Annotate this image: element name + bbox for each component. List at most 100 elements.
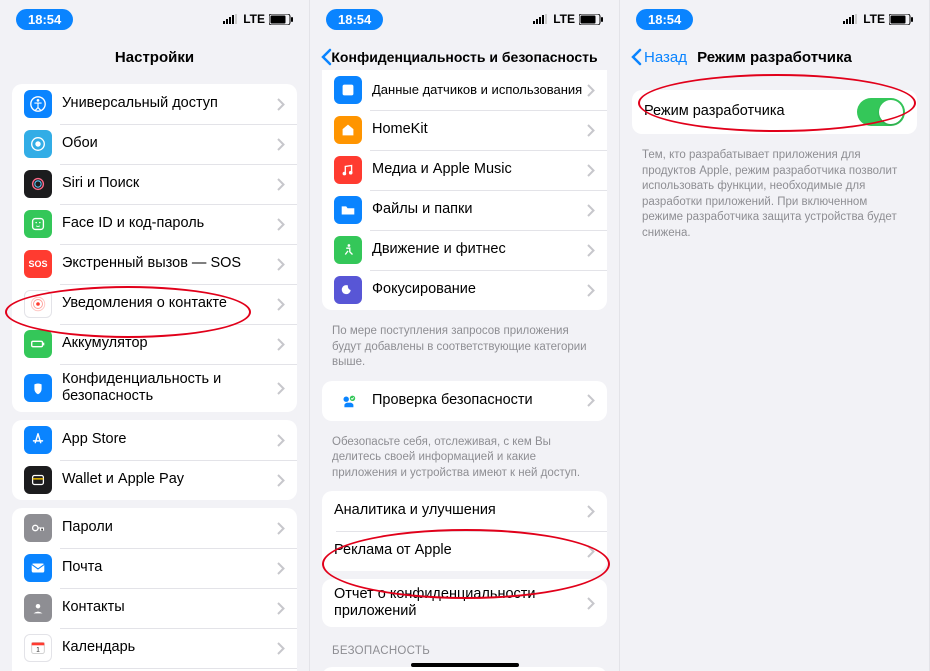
row-devmode-toggle: Режим разработчика <box>632 90 917 134</box>
wallet-icon <box>24 466 52 494</box>
row-calendar[interactable]: 1 Календарь <box>12 628 297 668</box>
row-label: Файлы и папки <box>372 201 587 218</box>
content: Универсальный доступ Обои Siri и Поиск F… <box>0 76 309 671</box>
chevron-icon <box>587 505 595 518</box>
page-title: Режим разработчика <box>697 49 852 66</box>
row-wallpaper[interactable]: Обои <box>12 124 297 164</box>
privacy-icon <box>24 374 52 402</box>
back-label: Назад <box>644 49 687 66</box>
row-focus[interactable]: Фокусирование <box>322 270 607 310</box>
files-icon <box>334 196 362 224</box>
chevron-icon <box>277 562 285 575</box>
status-time: 18:54 <box>636 9 693 30</box>
row-mail[interactable]: Почта <box>12 548 297 588</box>
row-label: Конфиденциальность и безопасность <box>62 371 277 406</box>
devmode-group: Режим разработчика <box>632 90 917 134</box>
row-label: Универсальный доступ <box>62 95 277 112</box>
chevron-icon <box>277 382 285 395</box>
row-label: Медиа и Apple Music <box>372 161 587 178</box>
chevron-icon <box>587 394 595 407</box>
row-accessibility[interactable]: Универсальный доступ <box>12 84 297 124</box>
safety-check-group: Проверка безопасности <box>322 381 607 421</box>
row-label: Wallet и Apple Pay <box>62 471 277 488</box>
row-sensors[interactable]: Данные датчиков и использования <box>322 70 607 110</box>
status-right: LTE <box>533 12 603 26</box>
row-exposure[interactable]: Уведомления о контакте <box>12 284 297 324</box>
homekit-icon <box>334 116 362 144</box>
row-media[interactable]: Медиа и Apple Music <box>322 150 607 190</box>
row-homekit[interactable]: HomeKit <box>322 110 607 150</box>
row-faceid[interactable]: Face ID и код-пароль <box>12 204 297 244</box>
row-label: Проверка безопасности <box>372 392 587 409</box>
signal-icon <box>533 14 549 24</box>
row-sos[interactable]: SOS Экстренный вызов — SOS <box>12 244 297 284</box>
row-label: Экстренный вызов — SOS <box>62 255 277 272</box>
row-battery[interactable]: Аккумулятор <box>12 324 297 364</box>
settings-group-1: Универсальный доступ Обои Siri и Поиск F… <box>12 84 297 412</box>
row-label: Уведомления о контакте <box>62 295 277 312</box>
calendar-icon: 1 <box>24 634 52 662</box>
row-privacy[interactable]: Конфиденциальность и безопасность <box>12 364 297 412</box>
chevron-icon <box>277 178 285 191</box>
footer-safety: Обезопасьте себя, отслеживая, с кем Вы д… <box>310 429 619 484</box>
row-files[interactable]: Файлы и папки <box>322 190 607 230</box>
chevron-icon <box>277 298 285 311</box>
row-contacts[interactable]: Контакты <box>12 588 297 628</box>
network-label: LTE <box>243 12 265 26</box>
back-button[interactable]: Назад <box>630 38 687 76</box>
safety-check-icon <box>334 387 362 415</box>
chevron-left-icon <box>320 48 332 66</box>
chevron-icon <box>587 597 595 610</box>
status-bar: 18:54 LTE <box>0 0 309 38</box>
content: Данные датчиков и использования HomeKit … <box>310 70 619 671</box>
screen-privacy: 18:54 LTE Конфиденциальность и безопасно… <box>310 0 620 671</box>
row-appstore[interactable]: App Store <box>12 420 297 460</box>
signal-icon <box>843 14 859 24</box>
row-developer-mode[interactable]: Режим разработчика <box>322 667 607 671</box>
row-label: Контакты <box>62 599 277 616</box>
row-label: Календарь <box>62 639 277 656</box>
row-analytics[interactable]: Аналитика и улучшения <box>322 491 607 531</box>
status-right: LTE <box>223 12 293 26</box>
chevron-icon <box>277 602 285 615</box>
row-label: Режим разработчика <box>644 103 857 120</box>
row-apple-ads[interactable]: Реклама от Apple <box>322 531 607 571</box>
sensors-icon <box>334 76 362 104</box>
chevron-icon <box>587 545 595 558</box>
row-safety-check[interactable]: Проверка безопасности <box>322 381 607 421</box>
chevron-icon <box>277 338 285 351</box>
accessibility-icon <box>24 90 52 118</box>
devmode-switch[interactable] <box>857 98 905 126</box>
footer-devmode: Тем, кто разрабатывает приложения для пр… <box>620 142 929 243</box>
row-wallet[interactable]: Wallet и Apple Pay <box>12 460 297 500</box>
chevron-icon <box>587 284 595 297</box>
chevron-icon <box>587 124 595 137</box>
row-siri[interactable]: Siri и Поиск <box>12 164 297 204</box>
signal-icon <box>223 14 239 24</box>
row-label: Обои <box>62 135 277 152</box>
chevron-icon <box>277 258 285 271</box>
footer-apps: По мере поступления запросов приложения … <box>310 318 619 373</box>
mail-icon <box>24 554 52 582</box>
nav-bar: Назад Режим разработчика <box>620 38 929 76</box>
row-label: App Store <box>62 431 277 448</box>
chevron-icon <box>587 164 595 177</box>
row-passwords[interactable]: Пароли <box>12 508 297 548</box>
chevron-icon <box>277 434 285 447</box>
page-title: Настройки <box>115 49 194 66</box>
content: Режим разработчика Тем, кто разрабатывае… <box>620 76 929 671</box>
row-label: Движение и фитнес <box>372 241 587 258</box>
status-time: 18:54 <box>16 9 73 30</box>
row-label: Почта <box>62 559 277 576</box>
row-label: HomeKit <box>372 121 587 138</box>
chevron-icon <box>277 218 285 231</box>
security-group: Режим разработчика Режим блокировки Выкл… <box>322 667 607 671</box>
faceid-icon <box>24 210 52 238</box>
row-privacy-report[interactable]: Отчет о конфиденциальности приложений <box>322 579 607 627</box>
screen-settings: 18:54 LTE Настройки Универсальный доступ… <box>0 0 310 671</box>
music-icon <box>334 156 362 184</box>
exposure-icon <box>24 290 52 318</box>
row-motion[interactable]: Движение и фитнес <box>322 230 607 270</box>
siri-icon <box>24 170 52 198</box>
chevron-icon <box>277 138 285 151</box>
